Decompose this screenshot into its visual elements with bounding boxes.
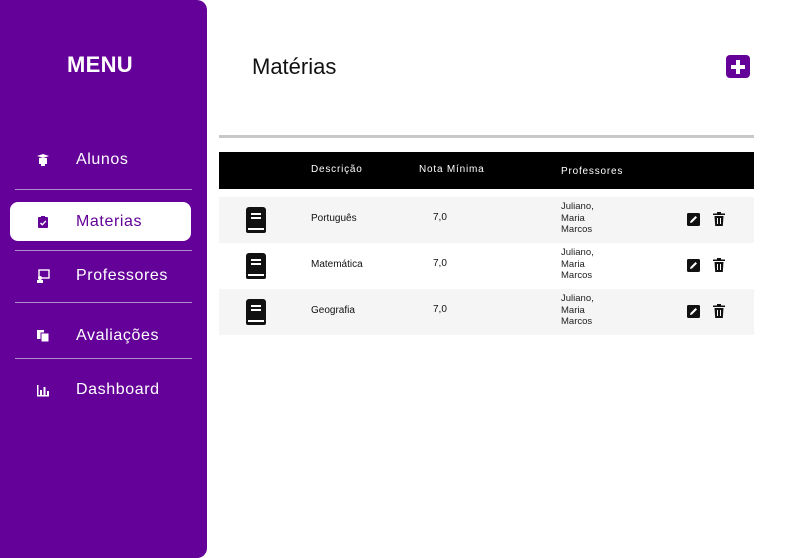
sidebar-item-label: Professores <box>76 266 168 284</box>
sidebar-divider <box>15 250 192 251</box>
sidebar-item-label: Alunos <box>76 150 129 168</box>
column-header-descricao: Descrição <box>311 164 363 175</box>
trash-icon[interactable] <box>713 304 725 318</box>
sidebar-divider <box>15 302 192 303</box>
materia-descricao: Matemática <box>311 259 363 270</box>
plus-icon <box>731 59 745 74</box>
sidebar-divider <box>15 189 192 190</box>
materia-nota: 7,0 <box>433 258 447 269</box>
materia-descricao: Português <box>311 213 357 224</box>
materia-professores: Juliano, Maria Marcos <box>561 201 594 235</box>
materia-nota: 7,0 <box>433 212 447 223</box>
menu-title: MENU <box>67 52 133 77</box>
sidebar-item-dashboard[interactable]: Dashboard <box>10 370 191 409</box>
student-icon <box>34 151 52 169</box>
materia-professores: Juliano, Maria Marcos <box>561 247 594 281</box>
edit-icon[interactable] <box>687 305 700 318</box>
clipboard-check-icon <box>34 213 52 231</box>
materia-descricao: Geografia <box>311 305 355 316</box>
sidebar-item-materias[interactable]: Materias <box>10 202 191 241</box>
edit-icon[interactable] <box>687 259 700 272</box>
sidebar-item-avaliacoes[interactable]: Avaliações <box>10 316 191 355</box>
page-title: Matérias <box>252 54 337 79</box>
table-row: Português 7,0 Juliano, Maria Marcos <box>219 197 754 243</box>
add-materia-button[interactable] <box>726 55 750 78</box>
documents-icon <box>34 327 52 345</box>
bar-chart-icon <box>34 381 52 399</box>
sidebar-item-professores[interactable]: Professores <box>10 256 191 295</box>
table-row: Geografia 7,0 Juliano, Maria Marcos <box>219 289 754 335</box>
sidebar-item-label: Avaliações <box>76 326 160 344</box>
header-rule <box>219 135 754 138</box>
book-icon <box>246 207 266 233</box>
sidebar-item-label: Dashboard <box>76 380 160 398</box>
trash-icon[interactable] <box>713 258 725 272</box>
table-row: Matemática 7,0 Juliano, Maria Marcos <box>219 243 754 289</box>
book-icon <box>246 253 266 279</box>
book-icon <box>246 299 266 325</box>
sidebar-item-alunos[interactable]: Alunos <box>10 140 191 179</box>
edit-icon[interactable] <box>687 213 700 226</box>
materia-professores: Juliano, Maria Marcos <box>561 293 594 327</box>
table-header: Descrição Nota Mínima Professores <box>219 152 754 189</box>
column-header-nota: Nota Mínima <box>419 164 485 175</box>
teacher-icon <box>34 267 52 285</box>
sidebar-item-label: Materias <box>76 212 143 230</box>
column-header-professores: Professores <box>561 166 624 177</box>
sidebar-divider <box>15 358 192 359</box>
materia-nota: 7,0 <box>433 304 447 315</box>
trash-icon[interactable] <box>713 212 725 226</box>
sidebar: MENU Alunos Materias Professores Avaliaç… <box>0 0 207 558</box>
